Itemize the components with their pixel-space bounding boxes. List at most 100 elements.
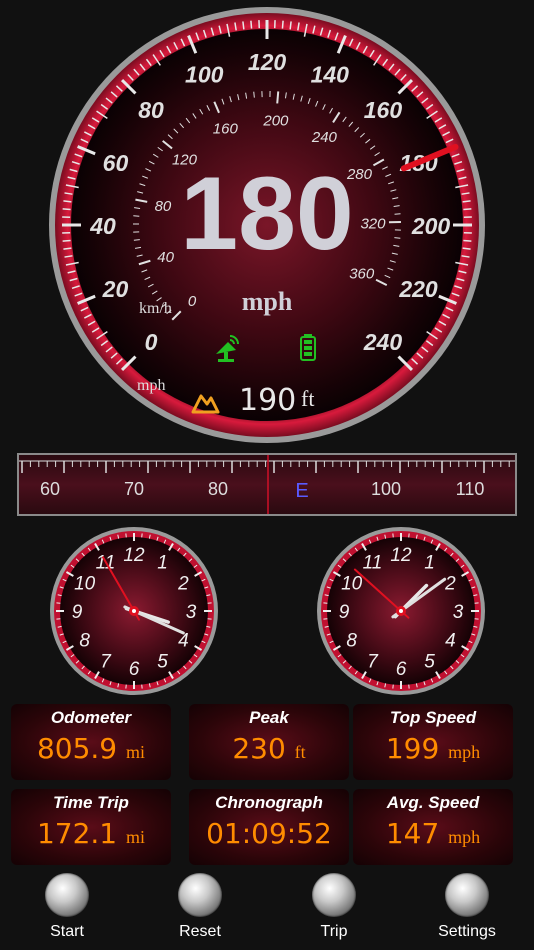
- time-trip-value-row: 172.1 mi: [11, 817, 171, 850]
- peak-value: 230: [232, 732, 286, 765]
- time-trip-unit: mi: [126, 827, 146, 847]
- start-knob-icon[interactable]: [45, 873, 89, 917]
- clock-number: 10: [74, 574, 96, 595]
- odometer-value: 805.9: [36, 732, 118, 765]
- inner-scale-label: 160: [213, 121, 239, 138]
- outer-scale-label: 200: [411, 213, 451, 239]
- inner-scale-label: 320: [360, 216, 386, 233]
- inner-tick: [276, 91, 280, 104]
- outer-tick: [250, 20, 253, 29]
- reset-knob-icon[interactable]: [178, 873, 222, 917]
- start-button[interactable]: Start: [22, 873, 112, 941]
- outer-scale-label: 80: [138, 97, 164, 123]
- clock-right: 12 12 3 45678 9 1011: [317, 527, 485, 695]
- odometer-value-row: 805.9 mi: [11, 732, 171, 765]
- clock-number: 6: [129, 659, 140, 680]
- avg-speed-value-row: 147 mph: [353, 817, 513, 850]
- clock-left: 121234567891011: [50, 527, 218, 695]
- compass-label-110: 110: [456, 479, 485, 499]
- clock-number: 2: [444, 574, 456, 595]
- outer-scale-label: 160: [364, 97, 403, 123]
- outer-unit-label: mph: [137, 377, 165, 394]
- settings-button[interactable]: Settings: [422, 873, 512, 941]
- outer-scale-label: 0: [145, 329, 158, 355]
- inner-scale-label: 40: [157, 249, 174, 266]
- inner-scale-label: 80: [155, 198, 172, 215]
- reset-label: Reset: [179, 923, 221, 940]
- clock-center-dot: [132, 609, 136, 613]
- settings-knob-icon[interactable]: [445, 873, 489, 917]
- compass-scale: 60 70 80 E 100 110: [19, 455, 527, 514]
- altitude-value: 190: [239, 383, 296, 418]
- clock-number: 12: [390, 545, 412, 566]
- avg-speed-unit: mph: [448, 827, 481, 847]
- compass-heading-strip: 60 70 80 E 100 110: [17, 453, 527, 516]
- clock-number: 10: [341, 574, 363, 595]
- time-trip-title: Time Trip: [53, 793, 129, 812]
- trip-button[interactable]: Trip: [289, 873, 379, 941]
- time-trip-value: 172.1: [36, 817, 118, 850]
- outer-scale-label: 100: [185, 61, 224, 87]
- avg-speed-value: 147: [385, 817, 440, 850]
- chronograph-value: 01:09:52: [206, 817, 332, 850]
- clock-number: 1: [157, 553, 168, 574]
- clock-number: 7: [367, 651, 379, 672]
- top-speed-unit: mph: [448, 742, 481, 762]
- trip-label: Trip: [320, 923, 348, 940]
- clock-center-dot: [399, 609, 403, 613]
- inner-scale-label: 200: [262, 112, 289, 129]
- inner-scale-label: 240: [311, 129, 338, 146]
- peak-card: Peak 230 ft: [189, 704, 349, 780]
- outer-tick: [463, 239, 472, 242]
- outer-tick: [462, 200, 471, 203]
- peak-value-row: 230 ft: [189, 732, 349, 765]
- clock-number: 6: [396, 659, 407, 680]
- outer-tick: [62, 239, 71, 242]
- top-speed-value: 199: [385, 732, 440, 765]
- outer-scale-label: 220: [398, 276, 438, 302]
- outer-scale-label: 240: [363, 329, 403, 355]
- clock-number: 7: [100, 651, 112, 672]
- clock-number: 4: [445, 631, 456, 652]
- clock-number: 3: [186, 602, 197, 623]
- compass-label-60: 60: [40, 479, 60, 499]
- outer-scale-label: 140: [311, 61, 350, 87]
- odometer-card: Odometer 805.9 mi: [11, 704, 171, 780]
- trip-knob-icon[interactable]: [312, 873, 356, 917]
- outer-scale-label: 120: [248, 49, 287, 75]
- clock-number: 5: [424, 651, 435, 672]
- compass-heading-e: E: [295, 480, 308, 502]
- chronograph-title: Chronograph: [215, 793, 323, 812]
- top-speed-value-row: 199 mph: [353, 732, 513, 765]
- inner-unit-label: km/h: [139, 300, 172, 317]
- outer-tick: [63, 247, 72, 250]
- time-trip-card: Time Trip 172.1 mi: [11, 789, 171, 865]
- peak-unit: ft: [294, 742, 306, 762]
- reset-button[interactable]: Reset: [155, 873, 245, 941]
- speedometer-gauge: 0 20 40 60 80 100 120 140 160 180 200 220 240 0 40 80 1…: [49, 7, 485, 443]
- inner-tick: [133, 239, 140, 241]
- top-speed-card: Top Speed 199 mph: [353, 704, 513, 780]
- compass-label-100: 100: [371, 479, 401, 499]
- clock-number: 8: [79, 631, 90, 652]
- speed-unit: mph: [242, 287, 293, 316]
- clock-number: 5: [157, 651, 168, 672]
- speed-readout: 180: [180, 156, 354, 272]
- outer-tick: [289, 21, 292, 30]
- outer-scale-label: 60: [103, 150, 129, 176]
- odometer-unit: mi: [126, 742, 146, 762]
- outer-tick: [281, 20, 284, 29]
- outer-tick: [242, 21, 245, 30]
- altitude-unit: ft: [301, 386, 314, 411]
- odometer-title: Odometer: [50, 708, 132, 727]
- outer-tick: [63, 200, 72, 203]
- avg-speed-card: Avg. Speed 147 mph: [353, 789, 513, 865]
- settings-label: Settings: [438, 923, 496, 940]
- start-label: Start: [50, 923, 84, 940]
- chronograph-card: Chronograph 01:09:52: [189, 789, 349, 865]
- clock-number: 2: [177, 574, 189, 595]
- clock-number: 1: [424, 553, 435, 574]
- compass-label-80: 80: [208, 479, 228, 499]
- clock-number: 11: [363, 553, 383, 574]
- peak-title: Peak: [249, 708, 289, 727]
